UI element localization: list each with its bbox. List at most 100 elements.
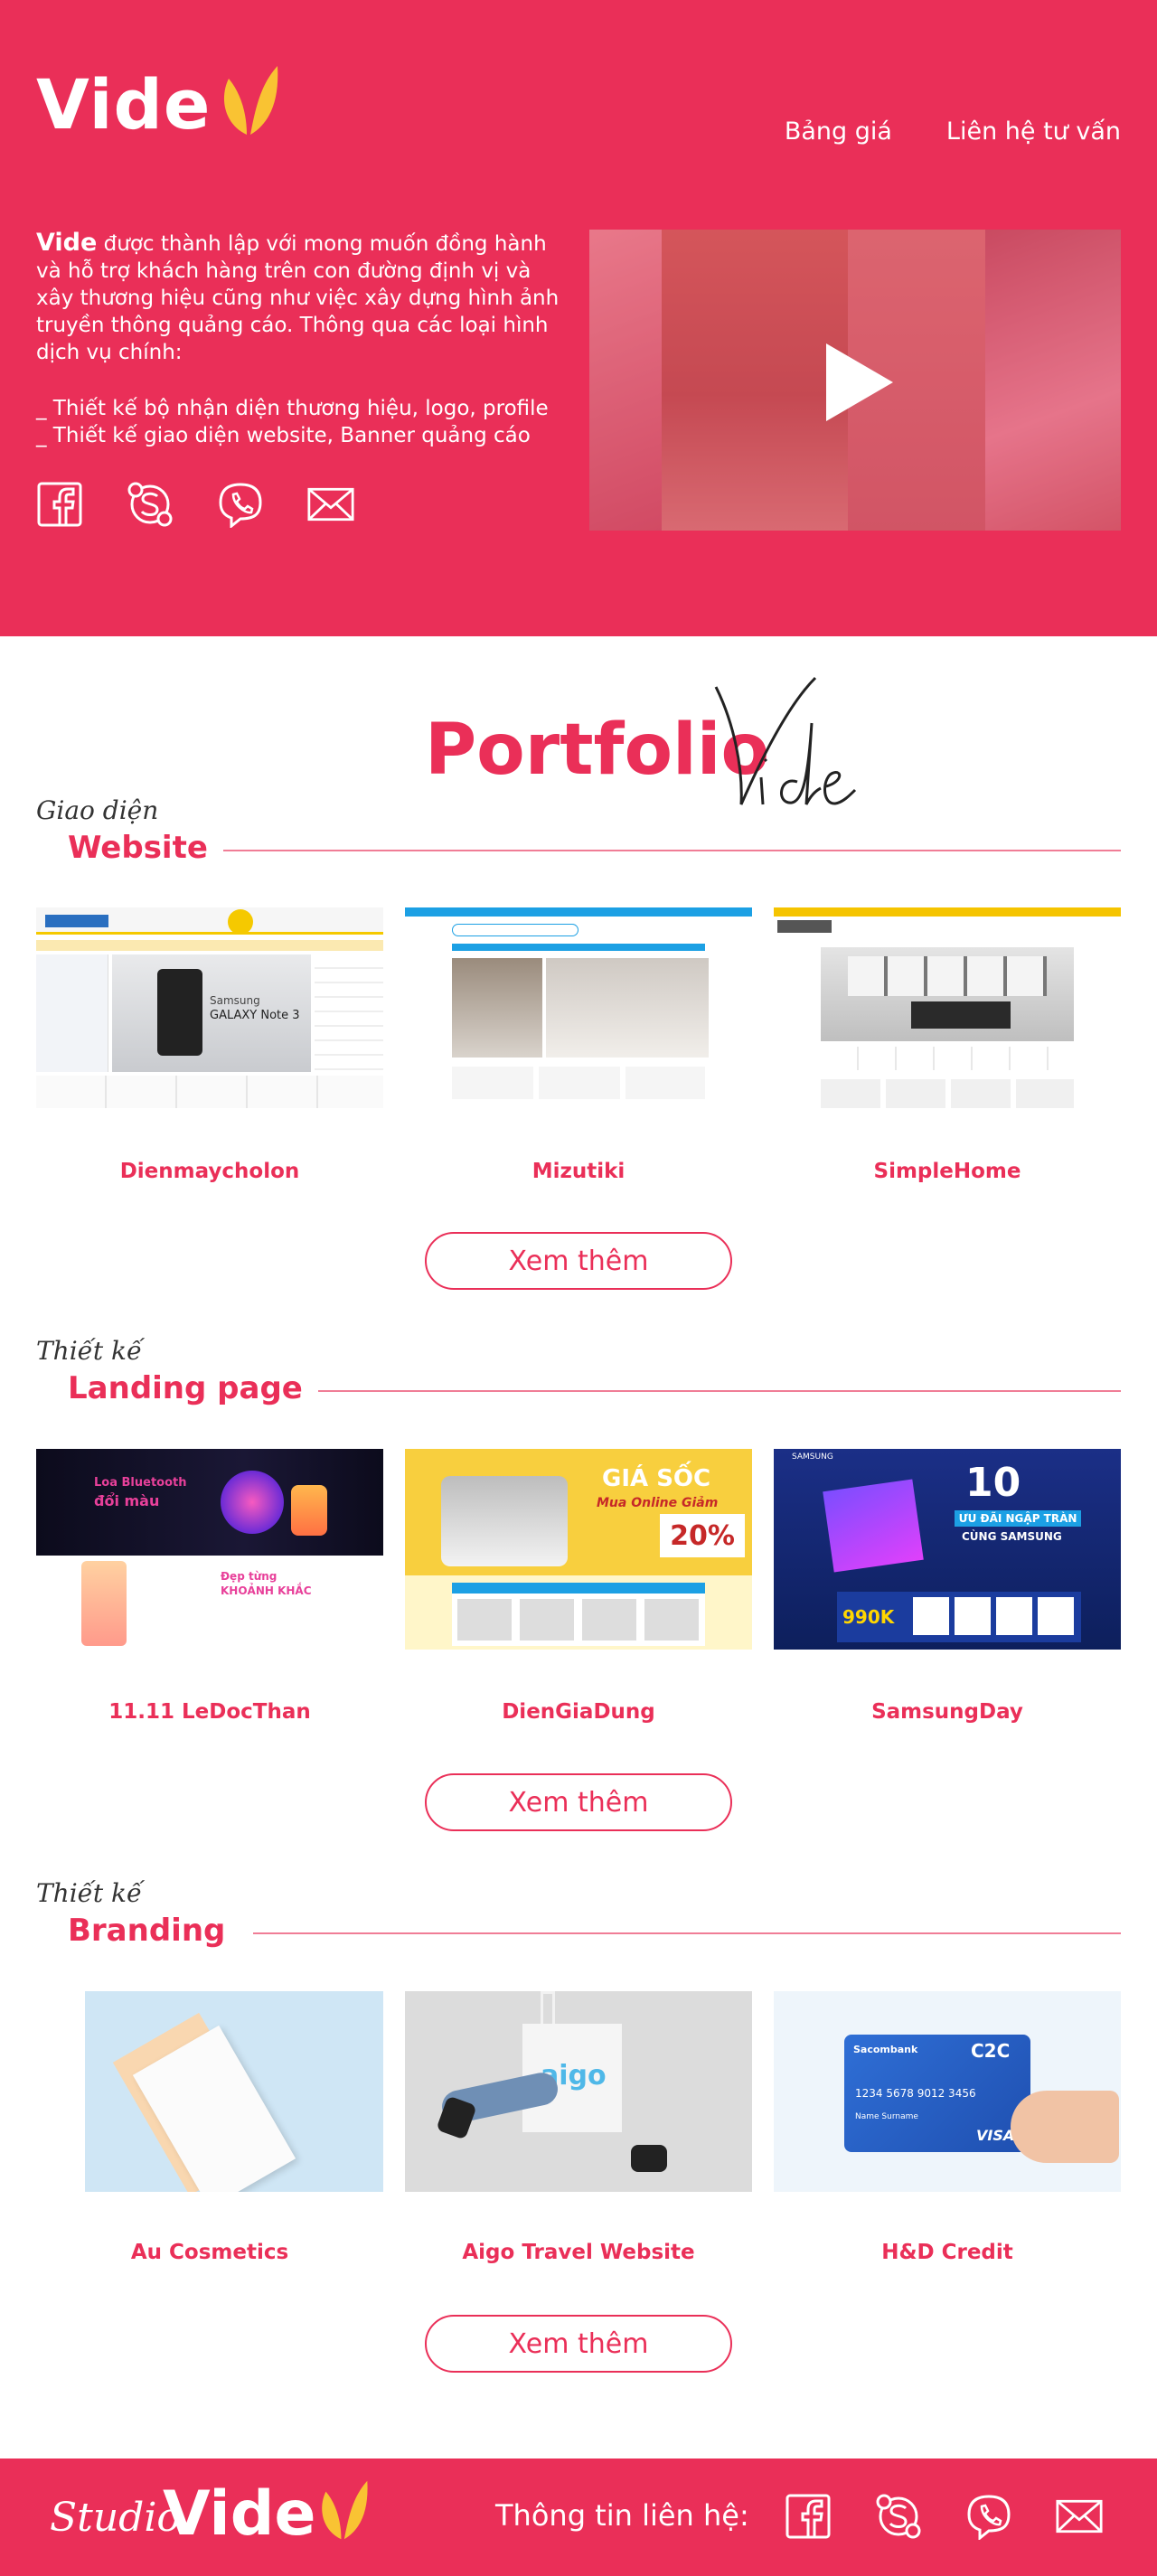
- header-logo[interactable]: Vide: [36, 64, 279, 145]
- section-title-landing: Landing page: [68, 1370, 303, 1406]
- intro-brand: Vide: [36, 229, 98, 257]
- portfolio-card-dienmaycholon[interactable]: Samsung GALAXY Note 3: [36, 907, 383, 1108]
- service-item: _ Thiết kế bộ nhận diện thương hiệu, log…: [36, 397, 549, 420]
- portfolio-label[interactable]: Au Cosmetics: [36, 2241, 383, 2264]
- thumb-text: Đẹp từng: [221, 1570, 277, 1583]
- mail-icon[interactable]: [1056, 2493, 1103, 2540]
- thumb-windows: [848, 956, 1047, 996]
- section-script: Thiết kế: [36, 1878, 143, 1908]
- nav-pricing[interactable]: Bảng giá: [785, 118, 892, 146]
- thumb-products-row: [457, 1599, 700, 1641]
- portfolio-label[interactable]: SimpleHome: [774, 1160, 1121, 1183]
- thumb-logo: [777, 920, 832, 933]
- section-title-branding: Branding: [68, 1913, 226, 1949]
- thumb-logo: [45, 915, 108, 927]
- intro-body: được thành lập với mong muốn đồng hành v…: [36, 232, 560, 364]
- thumb-products: [452, 1067, 705, 1099]
- portfolio-label[interactable]: SamsungDay: [774, 1700, 1121, 1724]
- thumb-phone: [157, 969, 202, 1056]
- thumb-text: đổi màu: [94, 1492, 160, 1509]
- portfolio-label[interactable]: Mizutiki: [405, 1160, 752, 1183]
- thumb-text: KHOẢNH KHẮC: [221, 1584, 312, 1597]
- thumb-topbar: [774, 907, 1121, 917]
- play-icon[interactable]: [823, 342, 895, 423]
- thumb-gift: [823, 1479, 924, 1573]
- nav-contact-consult[interactable]: Liên hệ tư vấn: [946, 118, 1121, 146]
- skype-icon[interactable]: [875, 2493, 922, 2540]
- facebook-icon[interactable]: [36, 481, 83, 528]
- see-more-branding-button[interactable]: Xem thêm: [425, 2315, 732, 2373]
- thumb-speaker: [291, 1485, 327, 1536]
- section-divider: [223, 850, 1121, 851]
- thumb-banner: Loa Bluetooth đổi màu: [36, 1449, 383, 1556]
- section-divider: [318, 1390, 1121, 1392]
- portfolio-label[interactable]: Aigo Travel Website: [405, 2241, 752, 2264]
- portfolio-card-hd-credit[interactable]: Sacombank C2C 1234 5678 9012 3456 Name S…: [774, 1991, 1121, 2192]
- footer-studio: Studio: [50, 2495, 181, 2541]
- portfolio-card-diengiadung[interactable]: GIÁ SỐC Mua Online Giảm 20%: [405, 1449, 752, 1650]
- portfolio-card-ledocthan[interactable]: Loa Bluetooth đổi màu Đẹp từng KHOẢNH KH…: [36, 1449, 383, 1650]
- portfolio-card-simplehome[interactable]: [774, 907, 1121, 1108]
- section-title-website: Website: [68, 830, 208, 866]
- thumb-badge: [228, 909, 253, 935]
- thumb-products: [452, 1583, 705, 1646]
- thumb-products: [821, 1079, 1074, 1108]
- portfolio-card-aigo[interactable]: aigo: [405, 1991, 752, 2192]
- thumb-sidebar: [36, 954, 108, 1072]
- thumb-shoe: [631, 2145, 667, 2172]
- thumb-text: 10: [965, 1460, 1021, 1506]
- thumb-text: CÙNG SAMSUNG: [962, 1530, 1062, 1543]
- thumb-text: Name Surname: [855, 2112, 918, 2121]
- thumb-list: [315, 954, 383, 1072]
- skype-icon[interactable]: [127, 481, 174, 528]
- hero-section: Vide Bảng giá Liên hệ tư vấn Vide được t…: [0, 0, 1157, 636]
- viber-icon[interactable]: [965, 2493, 1012, 2540]
- thumb-banner: GIÁ SỐC Mua Online Giảm 20%: [405, 1449, 752, 1575]
- thumb-text: C2C: [971, 2040, 1011, 2062]
- facebook-icon[interactable]: [785, 2493, 832, 2540]
- thumb-text: Samsung: [210, 994, 260, 1007]
- leaf-logo-icon: [322, 2480, 368, 2540]
- section-script: Giao diện: [36, 795, 159, 825]
- hero-socials: [36, 481, 354, 528]
- footer-socials: [785, 2493, 1103, 2540]
- top-nav: Bảng giá Liên hệ tư vấn: [785, 118, 1121, 146]
- thumb-phone: [81, 1561, 127, 1646]
- thumb-appliances: [441, 1476, 568, 1566]
- intro-text: Vide được thành lập với mong muốn đồng h…: [36, 230, 560, 366]
- thumb-text: ƯU ĐÃI NGẬP TRÀN: [955, 1510, 1081, 1527]
- see-more-website-button[interactable]: Xem thêm: [425, 1232, 732, 1290]
- service-item: _ Thiết kế giao diện website, Banner quả…: [36, 424, 531, 447]
- viber-icon[interactable]: [217, 481, 264, 528]
- portfolio-card-mizutiki[interactable]: [405, 907, 752, 1108]
- thumb-search: [452, 924, 578, 936]
- footer-brand[interactable]: Vide: [163, 2478, 316, 2550]
- portfolio-label[interactable]: Dienmaycholon: [36, 1160, 383, 1183]
- section-divider: [253, 1932, 1121, 1934]
- footer: Studio Vide Thông tin liên hệ:: [0, 2458, 1157, 2576]
- thumb-banner: Samsung GALAXY Note 3: [112, 954, 311, 1072]
- see-more-landing-button[interactable]: Xem thêm: [425, 1773, 732, 1831]
- thumb-photo: [452, 958, 542, 1058]
- section-script: Thiết kế: [36, 1336, 143, 1366]
- thumb-text: VISA: [976, 2127, 1015, 2144]
- leaf-logo-icon: [224, 66, 278, 135]
- thumb-banner: [821, 947, 1074, 1041]
- portfolio-label[interactable]: H&D Credit: [774, 2241, 1121, 2264]
- thumb-categories: [821, 1047, 1074, 1070]
- portfolio-label[interactable]: 11.11 LeDocThan: [36, 1700, 383, 1724]
- thumb-credit-card: Sacombank C2C 1234 5678 9012 3456 Name S…: [844, 2035, 1030, 2152]
- portfolio-card-samsungday[interactable]: SAMSUNG 10 ƯU ĐÃI NGẬP TRÀN CÙNG SAMSUNG…: [774, 1449, 1121, 1650]
- thumb-menu: [452, 944, 705, 951]
- thumb-text: GIÁ SỐC: [602, 1465, 711, 1492]
- logo-text: Vide: [36, 64, 212, 145]
- thumb-hand: [1011, 2091, 1119, 2163]
- mail-icon[interactable]: [307, 481, 354, 528]
- services-list: _ Thiết kế bộ nhận diện thương hiệu, log…: [36, 395, 578, 449]
- intro-video[interactable]: [589, 230, 1121, 531]
- thumb-text: 990K: [842, 1606, 895, 1628]
- portfolio-card-au-cosmetics[interactable]: [36, 1991, 383, 2192]
- portfolio-label[interactable]: DienGiaDung: [405, 1700, 752, 1724]
- thumb-products: [36, 1076, 383, 1108]
- thumb-text: 20%: [660, 1514, 745, 1557]
